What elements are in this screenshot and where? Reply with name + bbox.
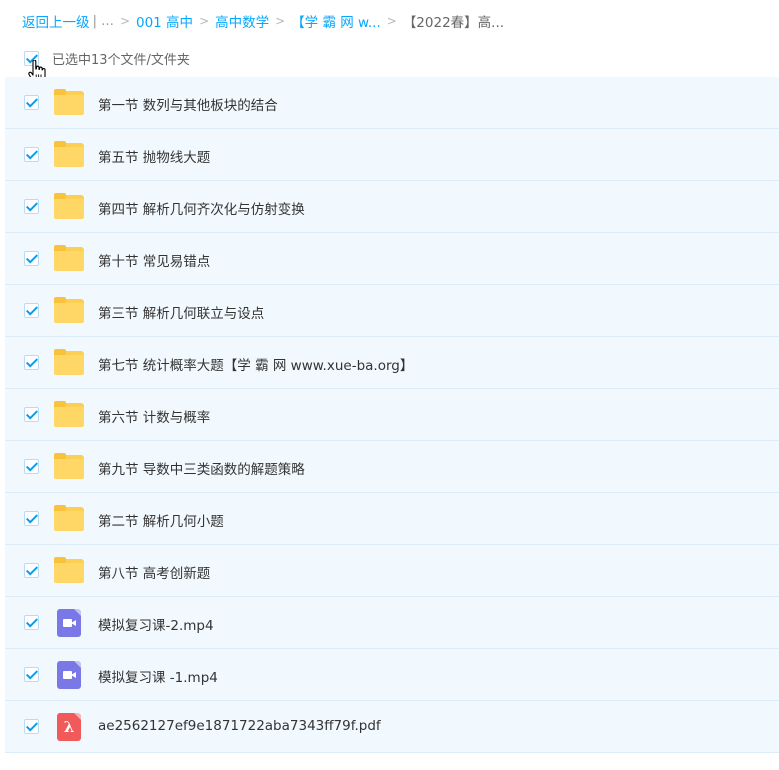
folder-icon xyxy=(53,89,85,117)
video-file-icon xyxy=(53,661,85,689)
file-row[interactable]: 第七节 统计概率大题【学 霸 网 www.xue-ba.org】 xyxy=(5,337,779,389)
row-checkbox[interactable] xyxy=(24,459,39,474)
selection-count-text: 已选中13个文件/文件夹 xyxy=(52,52,190,68)
breadcrumb-item-math[interactable]: 高中数学 xyxy=(215,11,269,31)
file-row[interactable]: 第三节 解析几何联立与设点 xyxy=(5,285,779,337)
breadcrumb-separator: > xyxy=(199,14,210,28)
folder-icon xyxy=(53,401,85,429)
file-name[interactable]: 第六节 计数与概率 xyxy=(98,406,210,426)
breadcrumb-ellipsis[interactable]: ... xyxy=(101,13,114,29)
row-checkbox[interactable] xyxy=(24,719,39,734)
file-row[interactable]: 第五节 抛物线大题 xyxy=(5,129,779,181)
row-checkbox[interactable] xyxy=(24,95,39,110)
file-row[interactable]: 第八节 高考创新题 xyxy=(5,545,779,597)
file-name[interactable]: 第九节 导数中三类函数的解题策略 xyxy=(98,458,305,478)
row-checkbox[interactable] xyxy=(24,615,39,630)
file-name[interactable]: 第五节 抛物线大题 xyxy=(98,146,210,166)
file-name[interactable]: 模拟复习课 -1.mp4 xyxy=(98,666,218,686)
file-name[interactable]: 第十节 常见易错点 xyxy=(98,250,210,270)
breadcrumb-separator: > xyxy=(386,14,397,28)
breadcrumb-separator: > xyxy=(119,14,130,28)
breadcrumb: 返回上一级 | ... > 001 高中 > 高中数学 > 【学 霸 网 w..… xyxy=(22,11,504,31)
row-checkbox[interactable] xyxy=(24,563,39,578)
row-checkbox[interactable] xyxy=(24,511,39,526)
folder-icon xyxy=(53,557,85,585)
folder-icon xyxy=(53,505,85,533)
folder-icon xyxy=(53,245,85,273)
file-row[interactable]: 第四节 解析几何齐次化与仿射变换 xyxy=(5,181,779,233)
breadcrumb-item-gaozhong[interactable]: 001 高中 xyxy=(136,11,193,31)
file-row[interactable]: 第二节 解析几何小题 xyxy=(5,493,779,545)
row-checkbox[interactable] xyxy=(24,303,39,318)
file-name[interactable]: 第一节 数列与其他板块的结合 xyxy=(98,94,278,114)
folder-icon xyxy=(53,297,85,325)
file-name[interactable]: ae2562127ef9e1871722aba7343ff79f.pdf xyxy=(98,718,381,734)
breadcrumb-item-xueba[interactable]: 【学 霸 网 w... xyxy=(291,11,381,31)
row-checkbox[interactable] xyxy=(24,199,39,214)
row-checkbox[interactable] xyxy=(24,667,39,682)
breadcrumb-separator: > xyxy=(275,14,286,28)
folder-icon xyxy=(53,193,85,221)
file-name[interactable]: 第二节 解析几何小题 xyxy=(98,510,224,530)
row-checkbox[interactable] xyxy=(24,407,39,422)
file-name[interactable]: 模拟复习课-2.mp4 xyxy=(98,614,214,634)
select-all-bar: 已选中13个文件/文件夹 xyxy=(24,49,190,68)
file-row[interactable]: 第十节 常见易错点 xyxy=(5,233,779,285)
pdf-file-icon: λ xyxy=(53,713,85,741)
video-file-icon xyxy=(53,609,85,637)
file-list: 第一节 数列与其他板块的结合 第五节 抛物线大题 第四节 解析几何齐次化与仿射变换第… xyxy=(5,77,779,753)
breadcrumb-current: 【2022春】高... xyxy=(402,15,505,31)
file-name[interactable]: 第八节 高考创新题 xyxy=(98,562,210,582)
row-checkbox[interactable] xyxy=(24,355,39,370)
file-row[interactable]: 第一节 数列与其他板块的结合 xyxy=(5,77,779,129)
file-name[interactable]: 第三节 解析几何联立与设点 xyxy=(98,302,264,322)
file-row[interactable]: 第九节 导数中三类函数的解题策略 xyxy=(5,441,779,493)
back-link[interactable]: 返回上一级 xyxy=(22,11,90,31)
row-checkbox[interactable] xyxy=(24,147,39,162)
file-row[interactable]: 模拟复习课 -1.mp4 xyxy=(5,649,779,701)
row-checkbox[interactable] xyxy=(24,251,39,266)
breadcrumb-divider: | xyxy=(92,13,98,29)
file-name[interactable]: 第七节 统计概率大题【学 霸 网 www.xue-ba.org】 xyxy=(98,354,413,374)
folder-icon xyxy=(53,349,85,377)
file-name[interactable]: 第四节 解析几何齐次化与仿射变换 xyxy=(98,198,305,218)
folder-icon xyxy=(53,453,85,481)
folder-icon xyxy=(53,141,85,169)
file-row[interactable]: λ ae2562127ef9e1871722aba7343ff79f.pdf xyxy=(5,701,779,753)
file-row[interactable]: 第六节 计数与概率 xyxy=(5,389,779,441)
file-row[interactable]: 模拟复习课-2.mp4 xyxy=(5,597,779,649)
